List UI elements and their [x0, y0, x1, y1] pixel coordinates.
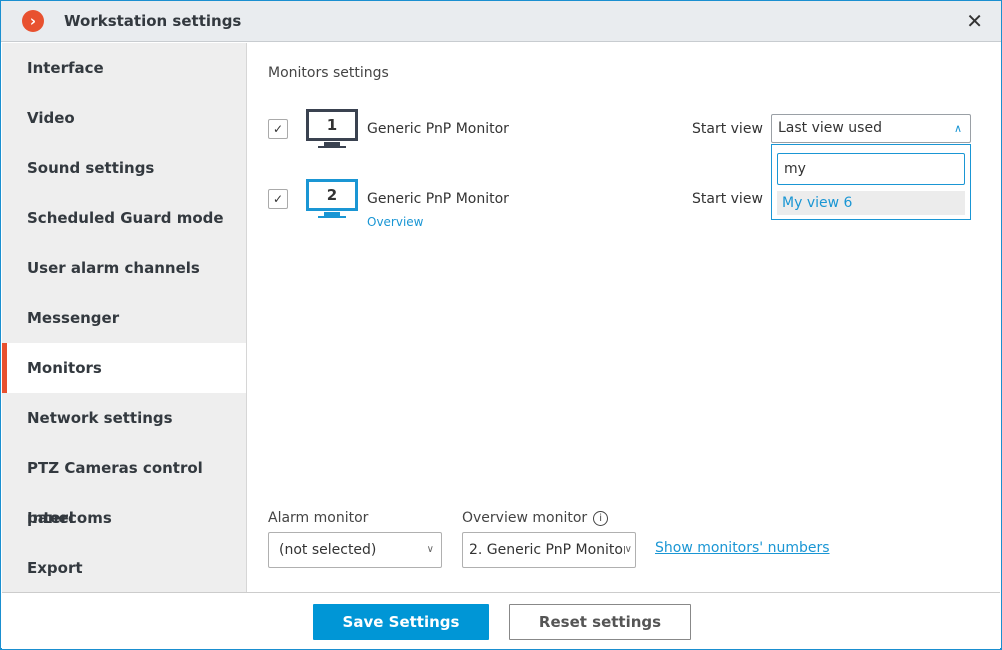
chevron-up-icon: ∧ [953, 122, 962, 135]
sidebar-item-sound-settings[interactable]: Sound settings [2, 143, 246, 193]
footer: Save Settings Reset settings [2, 592, 1000, 649]
monitor-number: 2 [306, 179, 358, 211]
save-settings-button[interactable]: Save Settings [313, 604, 489, 640]
show-monitors-numbers-link[interactable]: Show monitors' numbers [655, 540, 830, 556]
sidebar-item-scheduled-guard-mode[interactable]: Scheduled Guard mode [2, 193, 246, 243]
alarm-monitor-label: Alarm monitor [268, 510, 369, 526]
sidebar-item-interface[interactable]: Interface [2, 43, 246, 93]
sidebar-item-messenger[interactable]: Messenger [2, 293, 246, 343]
sidebar-item-video[interactable]: Video [2, 93, 246, 143]
view-search-input[interactable] [777, 153, 965, 185]
overview-monitor-select[interactable]: 2. Generic PnP Monitor ∨ [462, 532, 636, 568]
window-title: Workstation settings [64, 12, 242, 30]
overview-monitor-label-group: Overview monitor i [462, 510, 609, 526]
title-bar: › Workstation settings ✕ [1, 1, 1001, 42]
monitor-1-checkbox[interactable]: ✓ [268, 119, 288, 139]
close-icon[interactable]: ✕ [966, 9, 983, 33]
chevron-down-icon: ∨ [624, 533, 632, 567]
app-logo-icon: › [22, 10, 44, 32]
overview-label: Overview [367, 215, 424, 229]
sidebar-item-export[interactable]: Export [2, 543, 246, 593]
start-view-label: Start view [692, 191, 763, 207]
sidebar: Interface Video Sound settings Scheduled… [2, 43, 247, 592]
monitor-icon: 1 [306, 109, 358, 151]
reset-settings-button[interactable]: Reset settings [509, 604, 691, 640]
monitor-2-checkbox[interactable]: ✓ [268, 189, 288, 209]
main-panel: Monitors settings ✓ 1 Generic PnP Monito… [248, 43, 1000, 592]
start-view-dropdown[interactable]: Last view used ∧ [771, 114, 971, 143]
sidebar-item-intercoms[interactable]: Intercoms [2, 493, 246, 543]
sidebar-item-monitors[interactable]: Monitors [2, 343, 246, 393]
monitor-name: Generic PnP Monitor [367, 121, 509, 137]
monitor-name: Generic PnP Monitor [367, 191, 509, 207]
sidebar-item-network-settings[interactable]: Network settings [2, 393, 246, 443]
monitor-icon: 2 [306, 179, 358, 221]
monitor-number: 1 [306, 109, 358, 141]
alarm-monitor-select[interactable]: (not selected) ∨ [268, 532, 442, 568]
info-icon[interactable]: i [593, 511, 609, 526]
sidebar-item-user-alarm-channels[interactable]: User alarm channels [2, 243, 246, 293]
sidebar-item-ptz-cameras[interactable]: PTZ Cameras control panel [2, 443, 246, 527]
dropdown-popup: My view 6 [771, 144, 971, 220]
chevron-down-icon: ∨ [426, 544, 434, 555]
section-heading: Monitors settings [268, 65, 389, 81]
alarm-monitor-value: (not selected) [279, 542, 377, 558]
dropdown-option[interactable]: My view 6 [777, 191, 965, 215]
settings-window: › Workstation settings ✕ Interface Video… [0, 0, 1002, 650]
overview-monitor-value: 2. Generic PnP Monitor [469, 542, 629, 558]
start-view-label: Start view [692, 121, 763, 137]
overview-monitor-label: Overview monitor [462, 510, 588, 526]
start-view-value: Last view used [778, 120, 882, 136]
